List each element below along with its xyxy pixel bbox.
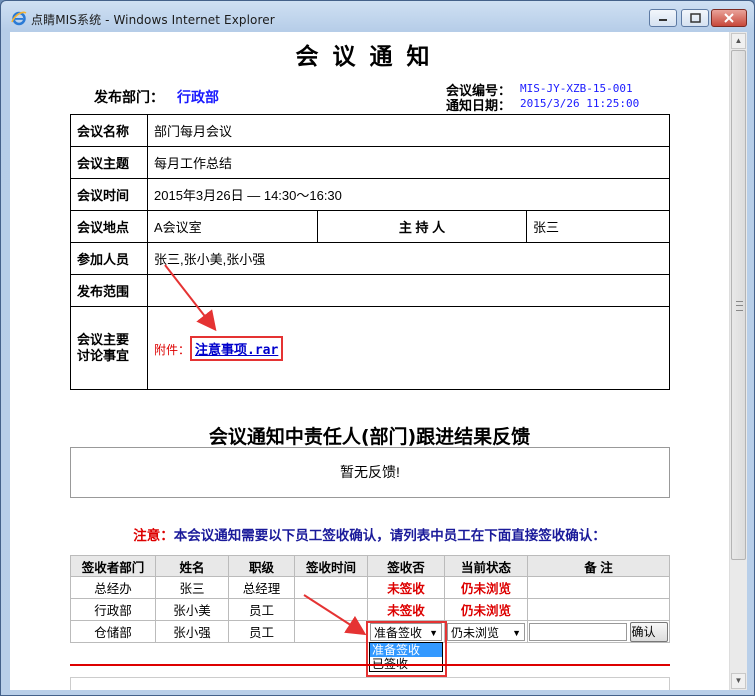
- matters-label-text: 会议主要 讨论事宜: [77, 332, 130, 363]
- row-rank: 员工: [228, 620, 295, 643]
- col-dept: 签收者部门: [70, 555, 156, 577]
- maximize-button[interactable]: [681, 9, 709, 27]
- confirm-button[interactable]: 确认: [630, 621, 669, 642]
- table-row: 行政部 张小美 员工 未签收 仍未浏览: [70, 598, 670, 621]
- row-name: 张小强: [155, 620, 229, 643]
- minimize-button[interactable]: [649, 9, 677, 27]
- col-name: 姓名: [155, 555, 229, 577]
- scope-label: 发布范围: [70, 274, 148, 307]
- host-value: 张三: [526, 210, 670, 243]
- table-row: 总经办 张三 总经理 未签收 仍未浏览: [70, 576, 670, 599]
- row-time: [294, 576, 368, 599]
- row-dept: 仓储部: [70, 620, 156, 643]
- matters-value: 附件： 注意事项.rar: [147, 306, 670, 390]
- row-rank: 总经理: [228, 576, 295, 599]
- close-icon: [724, 13, 734, 23]
- page-title: 会议通知: [295, 44, 444, 70]
- vertical-scrollbar[interactable]: ▲ ▼: [729, 32, 747, 690]
- meeting-topic-value: 每月工作总结: [147, 146, 670, 179]
- meeting-place-label: 会议地点: [70, 210, 148, 243]
- note-input[interactable]: [529, 622, 627, 641]
- row-dept: 总经办: [70, 576, 156, 599]
- dropdown-highlight-box: [366, 621, 447, 677]
- window-title: 点睛MIS系统 - Windows Internet Explorer: [31, 13, 275, 27]
- scope-value: [147, 274, 670, 307]
- notice-date-label: 通知日期：: [446, 98, 512, 113]
- row-status: 仍未浏览: [444, 576, 528, 599]
- notice-date-value: 2015/3/26 11:25:00: [520, 97, 640, 110]
- row-signed: 未签收: [367, 576, 445, 599]
- attachment-link[interactable]: 注意事项.rar: [195, 343, 278, 358]
- status-select-cell: 仍未浏览 ▼: [444, 620, 528, 643]
- col-signed: 签收否: [367, 555, 445, 577]
- ie-icon: [11, 11, 27, 26]
- row-dept: 行政部: [70, 598, 156, 621]
- row-rank: 员工: [228, 598, 295, 621]
- scroll-up-icon[interactable]: ▲: [731, 33, 746, 49]
- bottom-box: [70, 677, 670, 690]
- status-select-value: 仍未浏览: [451, 625, 500, 640]
- row-status: 仍未浏览: [444, 598, 528, 621]
- meeting-name-label: 会议名称: [70, 114, 148, 147]
- attendees-label: 参加人员: [70, 242, 148, 275]
- attachment-prefix: 附件：: [154, 342, 191, 357]
- attendees-value: 张三,张小美,张小强: [147, 242, 670, 275]
- row-note: [527, 576, 670, 599]
- row-time: [294, 620, 368, 643]
- divider: [70, 664, 670, 666]
- row-name: 张三: [155, 576, 229, 599]
- row-note: [527, 598, 670, 621]
- page-content: 会议通知 发布部门： 行政部 会议编号： MIS-JY-XZB-15-001 通…: [10, 32, 729, 690]
- col-status: 当前状态: [444, 555, 528, 577]
- meeting-name-value: 部门每月会议: [147, 114, 670, 147]
- meeting-info-table: 会议名称 部门每月会议 会议主题 每月工作总结 会议时间 2015年3月26日 …: [70, 114, 670, 390]
- close-button[interactable]: [711, 9, 747, 27]
- scroll-down-icon[interactable]: ▼: [731, 673, 746, 689]
- attachment-highlight: 注意事项.rar: [190, 335, 284, 361]
- dept-value: 行政部: [177, 89, 219, 105]
- grip-icon: [736, 301, 743, 311]
- col-note: 备 注: [527, 555, 670, 577]
- matters-label: 会议主要 讨论事宜: [70, 306, 148, 390]
- row-time: [294, 598, 368, 621]
- feedback-title: 会议通知中责任人(部门)跟进结果反馈: [208, 426, 531, 448]
- col-time: 签收时间: [294, 555, 368, 577]
- dept-label: 发布部门：: [94, 89, 164, 105]
- notice-text: 本会议通知需要以下员工签收确认，请列表中员工在下面直接签收确认：: [173, 528, 606, 543]
- status-select[interactable]: 仍未浏览 ▼: [447, 622, 525, 641]
- meeting-topic-label: 会议主题: [70, 146, 148, 179]
- sign-notice: 注意：本会议通知需要以下员工签收确认，请列表中员工在下面直接签收确认：: [10, 524, 729, 544]
- feedback-box: 暂无反馈!: [70, 447, 670, 498]
- meeting-no-value: MIS-JY-XZB-15-001: [520, 82, 633, 95]
- minimize-icon: [659, 19, 667, 21]
- host-label: 主 持 人: [317, 210, 527, 243]
- scroll-thumb[interactable]: [731, 50, 746, 560]
- meeting-time-value: 2015年3月26日 — 14:30～16:30: [147, 178, 670, 211]
- maximize-icon: [690, 13, 701, 23]
- note-cell: 确认: [527, 620, 670, 643]
- notice-prefix: 注意：: [133, 528, 174, 543]
- row-name: 张小美: [155, 598, 229, 621]
- title-bar[interactable]: 点睛MIS系统 - Windows Internet Explorer: [1, 1, 754, 31]
- meeting-time-label: 会议时间: [70, 178, 148, 211]
- row-signed: 未签收: [367, 598, 445, 621]
- browser-window: 点睛MIS系统 - Windows Internet Explorer 会议通知…: [0, 0, 755, 696]
- chevron-down-icon: ▼: [512, 627, 521, 638]
- col-rank: 职级: [228, 555, 295, 577]
- meeting-place-value: A会议室: [147, 210, 318, 243]
